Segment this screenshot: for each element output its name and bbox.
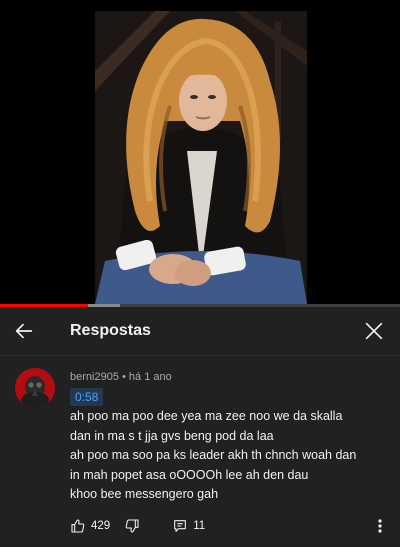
comment-body: ah poo ma poo dee yea ma zee noo we da s… <box>70 407 390 505</box>
close-icon <box>365 322 383 340</box>
thumbs-up-icon <box>71 519 85 533</box>
like-count: 429 <box>91 520 111 532</box>
dislike-button[interactable] <box>124 518 140 534</box>
video-frame-image <box>95 11 307 304</box>
comment-line: khoo bee messengero gah <box>70 487 219 501</box>
back-button[interactable] <box>10 317 38 345</box>
like-button[interactable]: 429 <box>70 518 110 534</box>
avatar[interactable] <box>15 368 55 408</box>
reply-button[interactable]: 11 <box>172 518 205 534</box>
replies-header: Respostas <box>0 307 400 356</box>
comment-line: dan in ma s t jja gvs beng pod da laa <box>70 428 274 443</box>
more-vertical-icon <box>378 519 382 533</box>
comment-actions: 429 11 <box>70 515 205 537</box>
comment-meta: berni2905 • há 1 ano <box>70 371 172 383</box>
comment-thread-root: berni2905 • há 1 ano 0:58 ah poo ma poo … <box>0 356 400 547</box>
reply-count: 11 <box>193 520 206 532</box>
comment-age: há 1 ano <box>128 371 172 383</box>
comment-line: ah poo ma soo pa ks leader akh th chnch … <box>70 448 357 462</box>
thumbs-down-icon <box>125 519 139 533</box>
replies-title: Respostas <box>70 322 151 339</box>
meta-separator: • <box>122 371 126 383</box>
comment-line: in mah popet asa oOOOOh lee ah den dau <box>70 467 309 482</box>
more-options-button[interactable] <box>372 515 388 537</box>
author-name[interactable]: berni2905 <box>70 371 119 383</box>
close-button[interactable] <box>360 317 388 345</box>
timestamp-link[interactable]: 0:58 <box>70 388 104 406</box>
arrow-left-icon <box>15 323 33 339</box>
reply-icon <box>174 520 187 532</box>
comment-line: ah poo ma poo dee yea ma zee noo we da s… <box>70 409 343 423</box>
video-player[interactable] <box>0 0 400 307</box>
